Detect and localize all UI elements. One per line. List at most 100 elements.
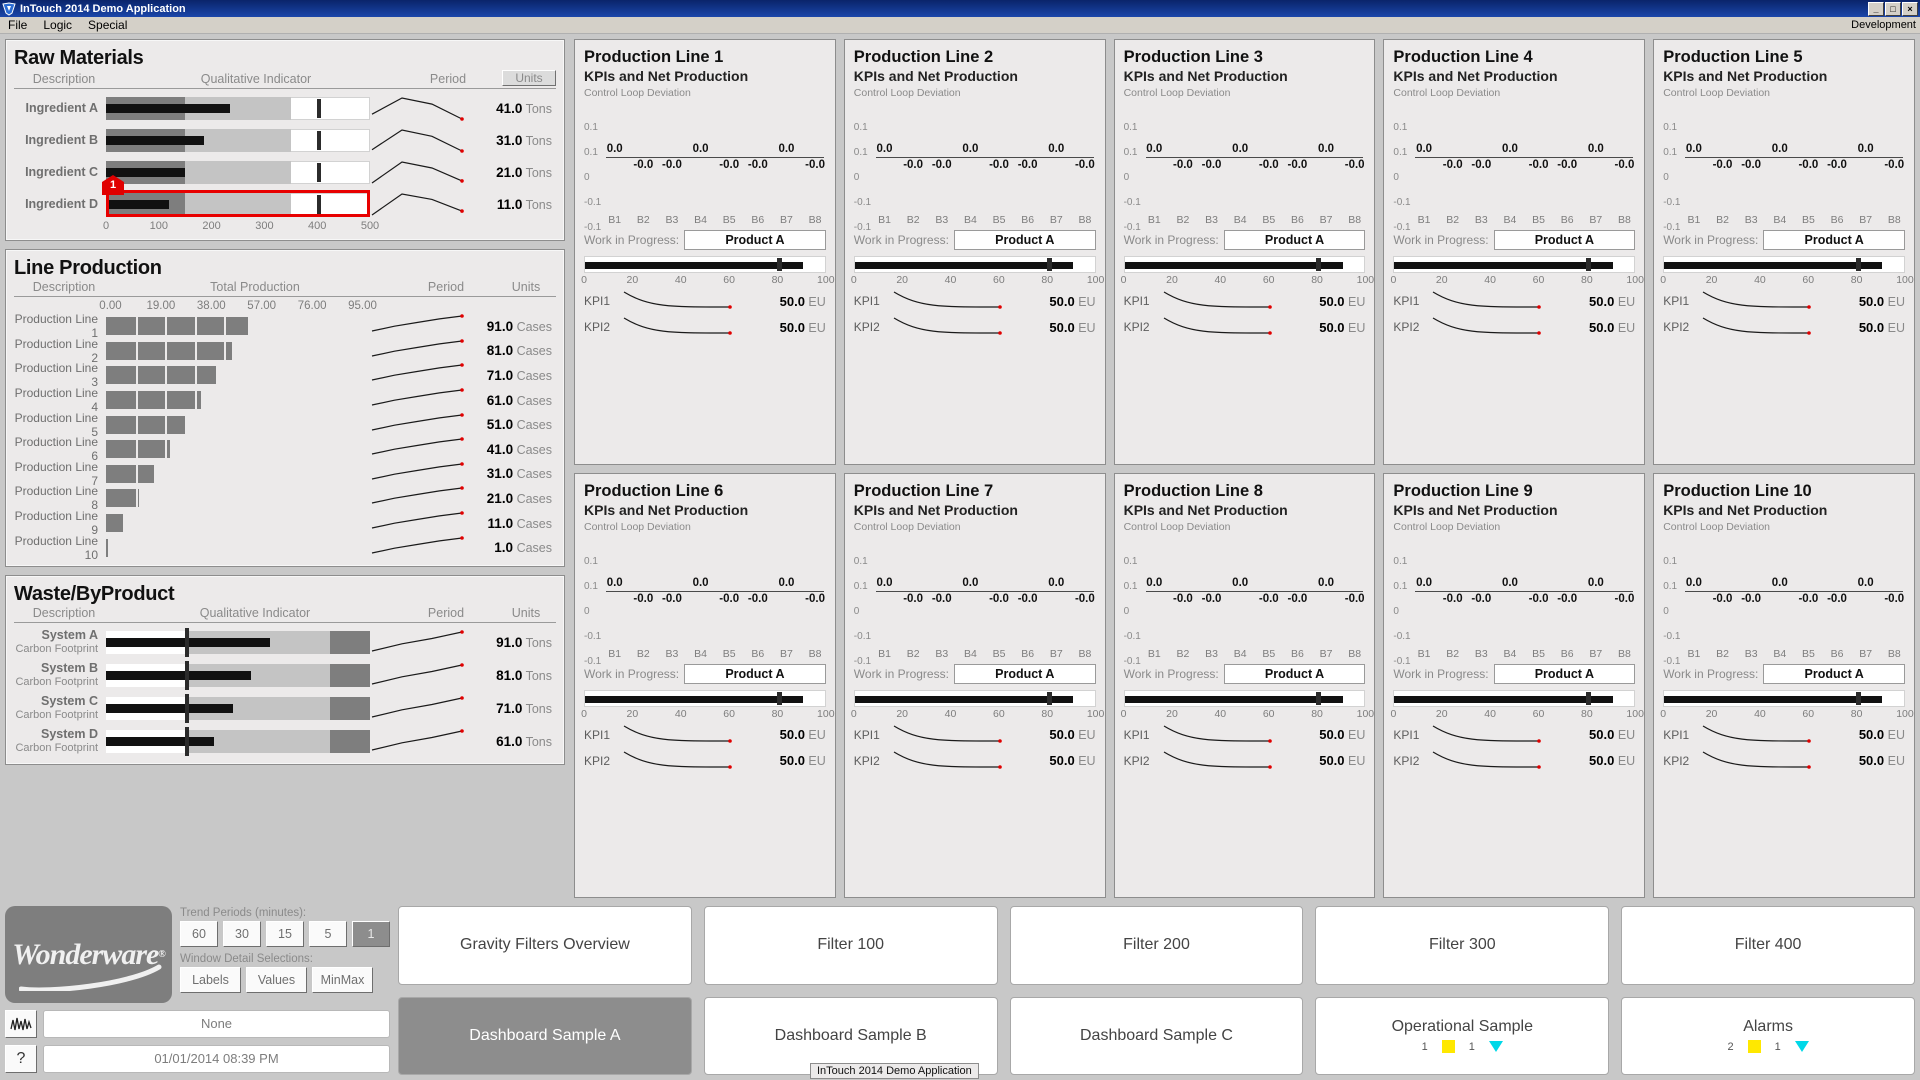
production-bar[interactable]: [106, 489, 370, 508]
units-toggle-button[interactable]: Units: [502, 70, 556, 86]
line-production-row[interactable]: Production Line 6 41.0 Cases: [14, 435, 556, 463]
trend-period-button-60[interactable]: 60: [180, 921, 218, 948]
production-bar[interactable]: [106, 391, 370, 410]
waste-row[interactable]: System C Carbon Footprint 71.0 Tons: [14, 692, 556, 725]
menu-item-file[interactable]: File: [0, 17, 35, 33]
waste-row[interactable]: System D Carbon Footprint 61.0 Tons: [14, 725, 556, 758]
production-line-card[interactable]: Production Line 7 KPIs and Net Production…: [843, 472, 1106, 899]
bullet-chart[interactable]: [106, 96, 370, 120]
line-production-row[interactable]: Production Line 9 11.0 Cases: [14, 509, 556, 537]
net-production-progress[interactable]: [1123, 689, 1366, 707]
work-in-progress-value[interactable]: Product A: [684, 663, 826, 684]
nav-button-alarms[interactable]: Alarms 2 1: [1621, 996, 1915, 1075]
line-production-row[interactable]: Production Line 1 91.0 Cases: [14, 312, 556, 340]
nav-button-filter-100[interactable]: Filter 100: [703, 906, 998, 985]
net-production-progress[interactable]: [584, 689, 826, 707]
work-in-progress-value[interactable]: Product A: [684, 230, 826, 250]
bullet-chart[interactable]: [106, 128, 370, 152]
net-production-progress[interactable]: [853, 689, 1096, 707]
production-bar[interactable]: [106, 538, 370, 557]
bullet-chart[interactable]: [106, 627, 370, 657]
production-bar[interactable]: [106, 514, 370, 533]
net-production-progress[interactable]: [1663, 256, 1905, 273]
raw-material-row[interactable]: Ingredient C 21.0 Tons: [14, 156, 556, 188]
trend-period-button-15[interactable]: 15: [266, 921, 304, 948]
net-production-progress[interactable]: [1663, 689, 1905, 707]
help-icon[interactable]: ?: [5, 1045, 37, 1074]
progress-target-marker: [1586, 691, 1592, 705]
waste-row[interactable]: System A Carbon Footprint 91.0 Tons: [14, 626, 556, 659]
line-production-row[interactable]: Production Line 8 21.0 Cases: [14, 484, 556, 512]
work-in-progress-value[interactable]: Product A: [1223, 663, 1366, 684]
production-line-card[interactable]: Production Line 1 KPIs and Net Production…: [574, 39, 836, 465]
line-production-row[interactable]: Production Line 7 31.0 Cases: [14, 460, 556, 488]
datetime-field[interactable]: 01/01/2014 08:39 PM: [43, 1045, 390, 1074]
line-production-row[interactable]: Production Line 3 71.0 Cases: [14, 361, 556, 389]
production-bar[interactable]: [106, 440, 370, 459]
production-line-card[interactable]: Production Line 6 KPIs and Net Production…: [574, 472, 836, 899]
production-line-subtitle: KPIs and Net Production: [584, 501, 749, 518]
work-in-progress-value[interactable]: Product A: [1493, 663, 1636, 684]
work-in-progress-value[interactable]: Product A: [1493, 230, 1636, 250]
line-production-row[interactable]: Production Line 2 81.0 Cases: [14, 337, 556, 365]
production-line-card[interactable]: Production Line 8 KPIs and Net Production…: [1113, 472, 1376, 899]
production-bar[interactable]: [106, 341, 370, 360]
nav-button-filter-300[interactable]: Filter 300: [1315, 906, 1610, 985]
nav-button-dashboard-sample-a[interactable]: Dashboard Sample A: [398, 996, 692, 1075]
net-production-progress[interactable]: [853, 256, 1096, 273]
data-label: 0.0: [1048, 142, 1065, 155]
line-production-row[interactable]: Production Line 10 1.0 Cases: [14, 534, 556, 562]
production-bar[interactable]: [106, 464, 370, 483]
work-in-progress-value[interactable]: Product A: [953, 230, 1096, 250]
bullet-chart[interactable]: [106, 160, 370, 184]
work-in-progress-value[interactable]: Product A: [1763, 230, 1905, 250]
work-in-progress-value[interactable]: Product A: [1763, 663, 1905, 684]
line-production-row[interactable]: Production Line 5 51.0 Cases: [14, 411, 556, 439]
production-line-card[interactable]: Production Line 2 KPIs and Net Production…: [843, 39, 1106, 465]
line-production-row[interactable]: Production Line 4 61.0 Cases: [14, 386, 556, 414]
net-production-progress[interactable]: [1393, 256, 1636, 273]
detail-button-minmax[interactable]: MinMax: [312, 967, 373, 994]
nav-button-dashboard-sample-c[interactable]: Dashboard Sample C: [1009, 996, 1304, 1075]
nav-button-operational-sample[interactable]: Operational Sample 1 1: [1315, 996, 1610, 1075]
nav-button-gravity-filters-overview[interactable]: Gravity Filters Overview: [398, 906, 692, 985]
waste-sublabel: Carbon Footprint: [15, 643, 98, 656]
net-production-progress[interactable]: [584, 256, 826, 273]
production-line-card[interactable]: Production Line 5 KPIs and Net Production…: [1653, 39, 1915, 465]
menu-item-logic[interactable]: Logic: [35, 17, 80, 33]
kpi1-row: KPI1 50.0 EU: [584, 722, 826, 748]
trend-period-button-5[interactable]: 5: [309, 921, 347, 948]
net-production-progress[interactable]: [1123, 256, 1366, 273]
close-button[interactable]: ×: [1902, 1, 1918, 16]
progress-axis-tick: 80: [1580, 707, 1593, 720]
detail-button-labels[interactable]: Labels: [180, 967, 241, 994]
production-line-card[interactable]: Production Line 4 KPIs and Net Production…: [1383, 39, 1646, 465]
alarm-status-field[interactable]: None: [43, 1010, 390, 1039]
detail-button-values[interactable]: Values: [246, 967, 307, 994]
production-line-card[interactable]: Production Line 9 KPIs and Net Production…: [1383, 472, 1646, 899]
waveform-icon[interactable]: [5, 1010, 37, 1039]
nav-button-filter-400[interactable]: Filter 400: [1621, 906, 1915, 985]
maximize-button[interactable]: □: [1885, 1, 1901, 16]
bullet-chart[interactable]: [106, 660, 370, 690]
waste-row[interactable]: System B Carbon Footprint 81.0 Tons: [14, 659, 556, 692]
menu-item-special[interactable]: Special: [80, 17, 135, 33]
production-bar[interactable]: [106, 366, 370, 385]
production-line-card[interactable]: Production Line 10 KPIs and Net Productio…: [1653, 472, 1915, 899]
minimize-button[interactable]: _: [1868, 1, 1884, 16]
trend-period-button-30[interactable]: 30: [223, 921, 261, 948]
raw-material-row[interactable]: Ingredient A 41.0 Tons: [14, 92, 556, 124]
work-in-progress-value[interactable]: Product A: [1223, 230, 1366, 250]
production-line-card[interactable]: Production Line 3 KPIs and Net Production…: [1113, 39, 1376, 465]
trend-period-button-1[interactable]: 1: [352, 921, 390, 948]
production-bar[interactable]: [106, 317, 370, 336]
production-bar[interactable]: [106, 415, 370, 434]
progress-axis-tick: 0: [581, 707, 587, 720]
progress-axis-tick: 80: [771, 707, 784, 720]
raw-material-row[interactable]: Ingredient B 31.0 Tons: [14, 124, 556, 156]
work-in-progress-value[interactable]: Product A: [953, 663, 1096, 684]
nav-button-filter-200[interactable]: Filter 200: [1009, 906, 1304, 985]
net-production-progress[interactable]: [1393, 689, 1636, 707]
bullet-chart[interactable]: [106, 693, 370, 723]
bullet-chart[interactable]: [106, 726, 370, 756]
